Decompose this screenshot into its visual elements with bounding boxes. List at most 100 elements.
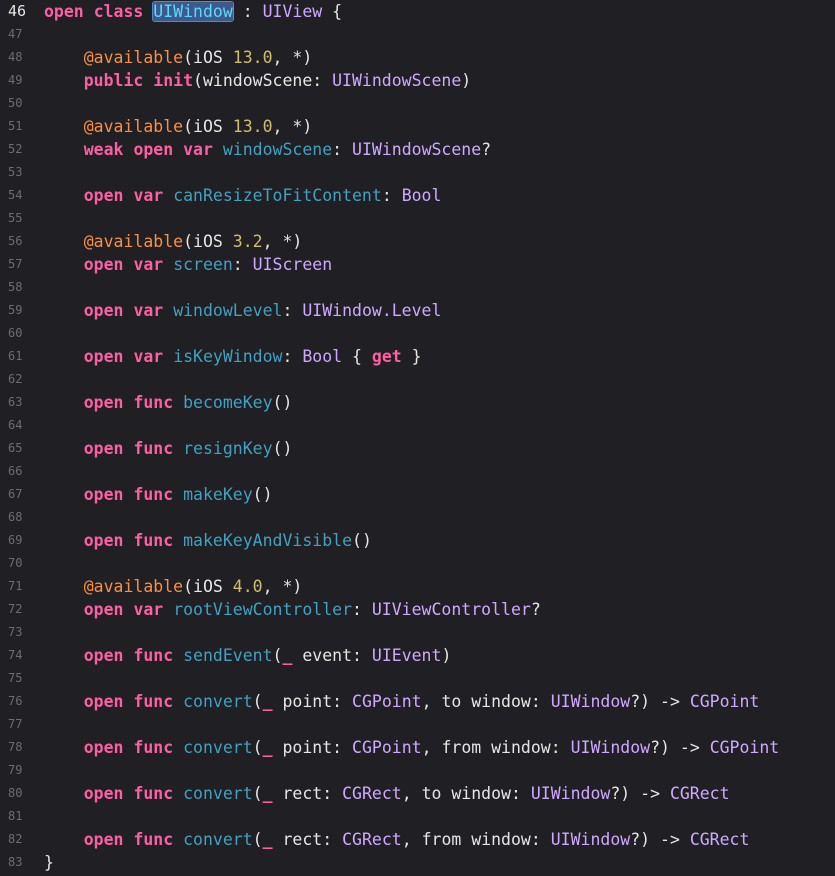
code-line[interactable]: 76 open func convert(_ point: CGPoint, t… xyxy=(0,690,835,713)
code-text[interactable] xyxy=(36,460,44,483)
code-token: : xyxy=(332,140,353,159)
code-line[interactable]: 60 xyxy=(0,322,835,345)
line-number: 67 xyxy=(8,487,23,501)
code-line[interactable]: 68 xyxy=(0,506,835,529)
code-line[interactable]: 50 xyxy=(0,92,835,115)
code-line[interactable]: 71 @available(iOS 4.0, *) xyxy=(0,575,835,598)
code-token: CGRect xyxy=(342,784,402,803)
code-text[interactable]: open func sendEvent(_ event: UIEvent) xyxy=(36,644,452,667)
code-text[interactable]: open func convert(_ rect: CGRect, to win… xyxy=(36,782,730,805)
code-line[interactable]: 61 open var isKeyWindow: Bool { get } xyxy=(0,345,835,368)
code-token: , to window: xyxy=(421,692,551,711)
code-text[interactable]: @available(iOS 13.0, *) xyxy=(36,46,313,69)
code-line[interactable]: 52 weak open var windowScene: UIWindowSc… xyxy=(0,138,835,161)
code-editor[interactable]: 46 open class UIWindow : UIView {47 48 @av… xyxy=(0,0,835,876)
code-line[interactable]: 74 open func sendEvent(_ event: UIEvent) xyxy=(0,644,835,667)
code-token: func xyxy=(133,531,174,550)
code-text[interactable] xyxy=(36,92,44,115)
code-line[interactable]: 75 xyxy=(0,667,835,690)
code-text[interactable]: open func makeKeyAndVisible() xyxy=(36,529,372,552)
code-text[interactable] xyxy=(36,667,44,690)
code-text[interactable]: @available(iOS 13.0, *) xyxy=(36,115,313,138)
code-line[interactable]: 54 open var canResizeToFitContent: Bool xyxy=(0,184,835,207)
code-text[interactable] xyxy=(36,276,44,299)
code-line[interactable]: 49 public init(windowScene: UIWindowScen… xyxy=(0,69,835,92)
code-text[interactable]: open var rootViewController: UIViewContr… xyxy=(36,598,541,621)
code-line[interactable]: 81 xyxy=(0,805,835,828)
code-line[interactable]: 48 @available(iOS 13.0, *) xyxy=(0,46,835,69)
code-line[interactable]: 59 open var windowLevel: UIWindow.Level xyxy=(0,299,835,322)
code-text[interactable] xyxy=(36,207,44,230)
code-line[interactable]: 83} xyxy=(0,851,835,874)
code-token: func xyxy=(133,439,174,458)
code-text[interactable] xyxy=(36,414,44,437)
code-line[interactable]: 46 open class UIWindow : UIView { xyxy=(0,0,835,23)
code-text[interactable]: open var canResizeToFitContent: Bool xyxy=(36,184,442,207)
code-line[interactable]: 66 xyxy=(0,460,835,483)
code-text[interactable] xyxy=(36,759,44,782)
code-text[interactable] xyxy=(36,552,44,575)
code-text[interactable]: open class UIWindow : UIView { xyxy=(36,0,342,23)
code-line[interactable]: 79 xyxy=(0,759,835,782)
code-text[interactable] xyxy=(36,506,44,529)
code-line[interactable]: 62 xyxy=(0,368,835,391)
code-token: CGRect xyxy=(689,830,750,849)
line-number: 54 xyxy=(8,188,23,202)
code-line[interactable]: 72 open var rootViewController: UIViewCo… xyxy=(0,598,835,621)
code-text[interactable]: open var screen: UIScreen xyxy=(36,253,332,276)
code-line[interactable]: 77 xyxy=(0,713,835,736)
code-text[interactable] xyxy=(36,23,44,46)
code-line[interactable]: 51 @available(iOS 13.0, *) xyxy=(0,115,835,138)
code-text[interactable]: @available(iOS 4.0, *) xyxy=(36,575,303,598)
code-text[interactable] xyxy=(36,161,44,184)
code-text[interactable] xyxy=(36,713,44,736)
code-text[interactable] xyxy=(36,805,44,828)
code-token: CGRect xyxy=(669,784,730,803)
code-text[interactable]: open var windowLevel: UIWindow.Level xyxy=(36,299,442,322)
code-text[interactable]: open func convert(_ point: CGPoint, from… xyxy=(36,736,779,759)
code-text[interactable]: weak open var windowScene: UIWindowScene… xyxy=(36,138,491,161)
code-text[interactable]: open func convert(_ rect: CGRect, from w… xyxy=(36,828,750,851)
code-text[interactable] xyxy=(36,368,44,391)
code-line[interactable]: 64 xyxy=(0,414,835,437)
code-text[interactable] xyxy=(36,322,44,345)
code-line[interactable]: 80 open func convert(_ rect: CGRect, to … xyxy=(0,782,835,805)
code-text[interactable]: open func becomeKey() xyxy=(36,391,293,414)
line-number: 51 xyxy=(8,119,23,133)
code-text[interactable]: open func convert(_ point: CGPoint, to w… xyxy=(36,690,760,713)
code-line[interactable]: 78 open func convert(_ point: CGPoint, f… xyxy=(0,736,835,759)
code-token: @available xyxy=(83,232,184,251)
code-line[interactable]: 58 xyxy=(0,276,835,299)
code-line[interactable]: 65 open func resignKey() xyxy=(0,437,835,460)
code-text[interactable]: open func resignKey() xyxy=(36,437,293,460)
code-line[interactable]: 56 @available(iOS 3.2, *) xyxy=(0,230,835,253)
code-line[interactable]: 55 xyxy=(0,207,835,230)
code-line[interactable]: 82 open func convert(_ rect: CGRect, fro… xyxy=(0,828,835,851)
code-token: (iOS xyxy=(183,577,233,596)
code-line[interactable]: 63 open func becomeKey() xyxy=(0,391,835,414)
code-line[interactable]: 47 xyxy=(0,23,835,46)
code-text[interactable]: open var isKeyWindow: Bool { get } xyxy=(36,345,422,368)
code-text[interactable]: open func makeKey() xyxy=(36,483,273,506)
code-line[interactable]: 69 open func makeKeyAndVisible() xyxy=(0,529,835,552)
line-number: 83 xyxy=(8,855,23,869)
code-line[interactable]: 67 open func makeKey() xyxy=(0,483,835,506)
code-text[interactable]: public init(windowScene: UIWindowScene) xyxy=(36,69,471,92)
code-text[interactable]: @available(iOS 3.2, *) xyxy=(36,230,303,253)
code-token: func xyxy=(133,738,174,757)
code-text[interactable] xyxy=(36,621,44,644)
code-line[interactable]: 70 xyxy=(0,552,835,575)
code-line[interactable]: 53 xyxy=(0,161,835,184)
code-token: UIWindow.Level xyxy=(302,301,442,320)
code-text[interactable]: } xyxy=(36,851,54,874)
code-line[interactable]: 57 open var screen: UIScreen xyxy=(0,253,835,276)
code-token: becomeKey xyxy=(183,393,273,412)
code-line[interactable]: 73 xyxy=(0,621,835,644)
